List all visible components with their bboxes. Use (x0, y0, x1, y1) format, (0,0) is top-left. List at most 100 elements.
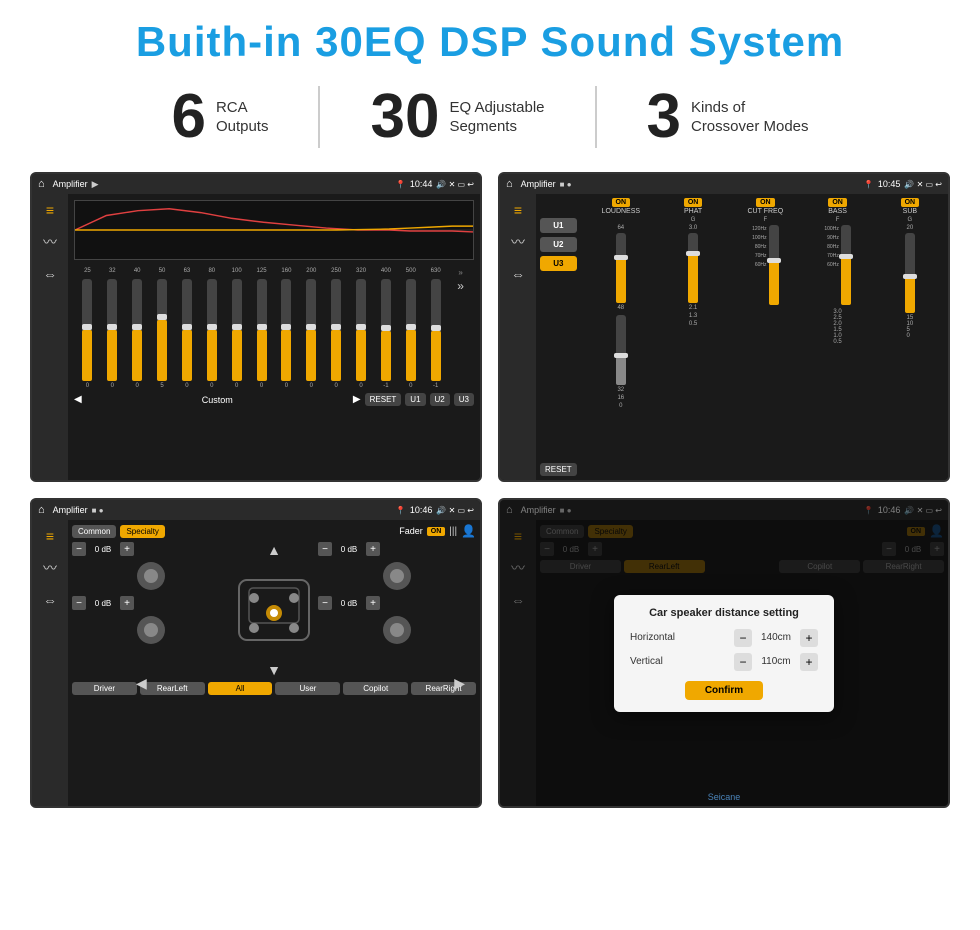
horizontal-minus[interactable]: − (734, 629, 752, 647)
phat-col: ON PHAT (659, 198, 727, 215)
db-val-tr: 0 dB (335, 545, 363, 554)
screen2-title: Amplifier (521, 179, 556, 189)
stat-num-6: 6 (171, 86, 205, 148)
fader-on: ON (427, 527, 446, 536)
stat-eq: 30 EQ AdjustableSegments (320, 86, 596, 148)
time-2: 10:45 (878, 179, 901, 189)
slider-400[interactable]: -1 (375, 279, 398, 389)
preset-u3[interactable]: U3 (540, 256, 577, 271)
slider-250[interactable]: 0 (325, 279, 348, 389)
home-icon-3[interactable]: ⌂ (38, 504, 45, 516)
confirm-button[interactable]: Confirm (685, 681, 763, 700)
db-minus-br[interactable]: − (318, 596, 332, 610)
stat-crossover: 3 Kinds ofCrossover Modes (597, 86, 859, 148)
db-minus-tr[interactable]: − (318, 542, 332, 556)
bass-slider[interactable]: 100Hz90Hz80Hz70Hz60Hz 3.02.52.01.51.00.5 (803, 225, 871, 476)
status-icons-3: 🔊 ✕ ▭ ↩ (436, 506, 474, 515)
slider-160[interactable]: 0 (275, 279, 298, 389)
horizontal-plus[interactable]: + (800, 629, 818, 647)
slider-40[interactable]: 0 (126, 279, 149, 389)
sidebar-eq-icon-2[interactable]: ≡ (514, 202, 522, 218)
eq-next-btn[interactable]: ▶ (353, 394, 361, 405)
nav-right[interactable]: ▶ (454, 675, 465, 692)
sidebar-eq-icon[interactable]: ≡ (46, 202, 54, 218)
speaker-tl (137, 562, 165, 590)
sidebar-wave-icon-2[interactable]: 〰 (511, 232, 525, 252)
sidebar-arrows-icon-3[interactable]: ⇔ (43, 592, 57, 608)
db-plus-br[interactable]: + (366, 596, 380, 610)
bass-label: BASS (828, 208, 847, 215)
profile-icon[interactable]: 👤 (461, 524, 476, 538)
left-db: − 0 dB + − 0 dB + (72, 542, 230, 644)
db-plus-tl[interactable]: + (120, 542, 134, 556)
eq-u3-btn[interactable]: U3 (454, 393, 474, 406)
slider-63[interactable]: 0 (176, 279, 199, 389)
phat-slider[interactable]: 3.0 2.1 1.3 0.5 (659, 225, 727, 476)
eq-prev-btn[interactable]: ◀ (74, 394, 82, 405)
fader-controls[interactable]: ||| (449, 526, 457, 537)
db-minus-tl[interactable]: − (72, 542, 86, 556)
vertical-plus[interactable]: + (800, 653, 818, 671)
screen1-title: Amplifier (53, 179, 88, 189)
slider-more[interactable]: » (449, 279, 472, 389)
sidebar-wave-icon[interactable]: 〰 (43, 232, 57, 252)
db-minus-bl[interactable]: − (72, 596, 86, 610)
crossover-reset[interactable]: RESET (540, 463, 577, 476)
sidebar-eq-icon-3[interactable]: ≡ (46, 528, 54, 544)
slider-25[interactable]: 0 (76, 279, 99, 389)
sub-col: ON SUB (876, 198, 944, 215)
cutfreq-on: ON (756, 198, 775, 207)
nav-left[interactable]: ◀ (136, 675, 147, 692)
btn-copilot[interactable]: Copilot (343, 682, 408, 695)
slider-200[interactable]: 0 (300, 279, 323, 389)
db-grid: − 0 dB + − 0 dB + (72, 542, 476, 678)
nav-up[interactable]: ▲ (267, 542, 281, 558)
sidebar-arrows-icon-2[interactable]: ⇔ (511, 266, 525, 282)
slider-50[interactable]: 5 (151, 279, 174, 389)
sub-on: ON (901, 198, 920, 207)
btn-user[interactable]: User (275, 682, 340, 695)
db-plus-bl[interactable]: + (120, 596, 134, 610)
vertical-minus[interactable]: − (734, 653, 752, 671)
eq-u2-btn[interactable]: U2 (430, 393, 450, 406)
btn-rearleft[interactable]: RearLeft (140, 682, 205, 695)
slider-320[interactable]: 0 (350, 279, 373, 389)
db-plus-tr[interactable]: + (366, 542, 380, 556)
cutfreq-slider[interactable]: 120Hz100Hz80Hz70Hz60Hz (731, 225, 799, 476)
cutfreq-col: ON CUT FREQ (731, 198, 799, 215)
slider-500[interactable]: 0 (399, 279, 422, 389)
car-svg (234, 560, 314, 660)
loudness-slider[interactable]: 64 48 32 16 0 (587, 225, 655, 476)
bottom-btns: Driver RearLeft All User Copilot RearRig… (72, 682, 476, 695)
home-icon-2[interactable]: ⌂ (506, 178, 513, 190)
main-title: Buith-in 30EQ DSP Sound System (0, 18, 980, 66)
btn-driver[interactable]: Driver (72, 682, 137, 695)
btn-rearright[interactable]: RearRight (411, 682, 476, 695)
horizontal-control: − 140cm + (734, 629, 818, 647)
eq-reset-btn[interactable]: RESET (365, 393, 402, 406)
nav-down[interactable]: ▼ (267, 662, 281, 678)
tab-specialty[interactable]: Specialty (120, 525, 164, 538)
slider-32[interactable]: 0 (101, 279, 124, 389)
eq-u1-btn[interactable]: U1 (405, 393, 425, 406)
sub-slider[interactable]: 20 151050 (876, 225, 944, 476)
screen-eq: ⌂ Amplifier ▶ 📍 10:44 🔊 ✕ ▭ ↩ ≡ 〰 ⇔ (30, 172, 482, 482)
slider-630[interactable]: -1 (424, 279, 447, 389)
screen3-title: Amplifier (53, 505, 88, 515)
slider-100[interactable]: 0 (225, 279, 248, 389)
sub-labels-row: G F F G (587, 217, 944, 223)
eq-sliders: 0 0 0 5 0 0 0 0 0 0 0 0 -1 0 -1 » (74, 279, 474, 389)
sidebar-wave-icon-3[interactable]: 〰 (43, 558, 57, 578)
home-icon-1[interactable]: ⌂ (38, 178, 45, 190)
tab-common[interactable]: Common (72, 525, 116, 538)
btn-all[interactable]: All (208, 682, 273, 695)
horizontal-label: Horizontal (630, 632, 675, 643)
preset-u2[interactable]: U2 (540, 237, 577, 252)
slider-80[interactable]: 0 (200, 279, 223, 389)
stat-label-crossover: Kinds ofCrossover Modes (691, 98, 809, 137)
speaker-bl (137, 616, 165, 644)
preset-u1[interactable]: U1 (540, 218, 577, 233)
slider-125[interactable]: 0 (250, 279, 273, 389)
sidebar-arrows-icon[interactable]: ⇔ (43, 266, 57, 282)
db-control-br: − 0 dB + (318, 596, 476, 610)
